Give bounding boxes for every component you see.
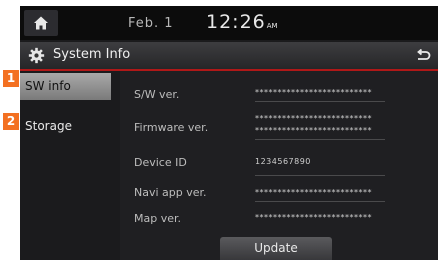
firmware-ver-value: ************************** — [255, 114, 372, 123]
head-unit-screen: Feb. 1 12:26AM System Info SW info Stora… — [20, 6, 438, 260]
firmware-ver-value-2: ************************** — [255, 126, 372, 135]
status-bar: Feb. 1 12:26AM — [20, 6, 438, 40]
divider — [255, 139, 385, 140]
update-button[interactable]: Update — [220, 237, 332, 260]
map-ver-value: ************************** — [255, 213, 372, 222]
page-title: System Info — [53, 47, 131, 62]
firmware-ver-label: Firmware ver. — [134, 121, 209, 134]
sidebar-item-storage[interactable]: Storage — [20, 113, 111, 140]
back-arrow-icon — [417, 48, 431, 60]
info-panel: S/W ver. ************************** Firm… — [120, 71, 438, 260]
sidebar-item-sw-info[interactable]: SW info — [20, 73, 111, 100]
date-display: Feb. 1 — [128, 16, 174, 31]
sidebar: SW info Storage — [20, 71, 117, 260]
sw-ver-value: ************************** — [255, 88, 372, 97]
device-id-value: 1234567890 — [255, 157, 311, 166]
home-button[interactable] — [24, 10, 58, 36]
clock-ampm: AM — [266, 22, 278, 30]
navi-app-ver-label: Navi app ver. — [134, 186, 207, 199]
divider — [255, 101, 385, 102]
sidebar-item-label: SW info — [25, 79, 71, 93]
title-bar: System Info — [20, 42, 438, 71]
sidebar-item-label: Storage — [25, 119, 72, 133]
sw-ver-label: S/W ver. — [134, 88, 180, 101]
navi-app-ver-value: ************************** — [255, 188, 372, 197]
clock-display: 12:26AM — [206, 11, 278, 33]
callout-2: 2 — [3, 113, 19, 130]
device-id-label: Device ID — [134, 156, 187, 169]
map-ver-label: Map ver. — [134, 212, 181, 225]
divider — [255, 201, 385, 202]
home-icon — [34, 16, 48, 30]
clock-time: 12:26 — [206, 11, 266, 33]
callout-1: 1 — [3, 70, 19, 87]
back-button[interactable] — [408, 44, 438, 67]
gear-icon — [28, 47, 45, 64]
divider — [255, 175, 385, 176]
